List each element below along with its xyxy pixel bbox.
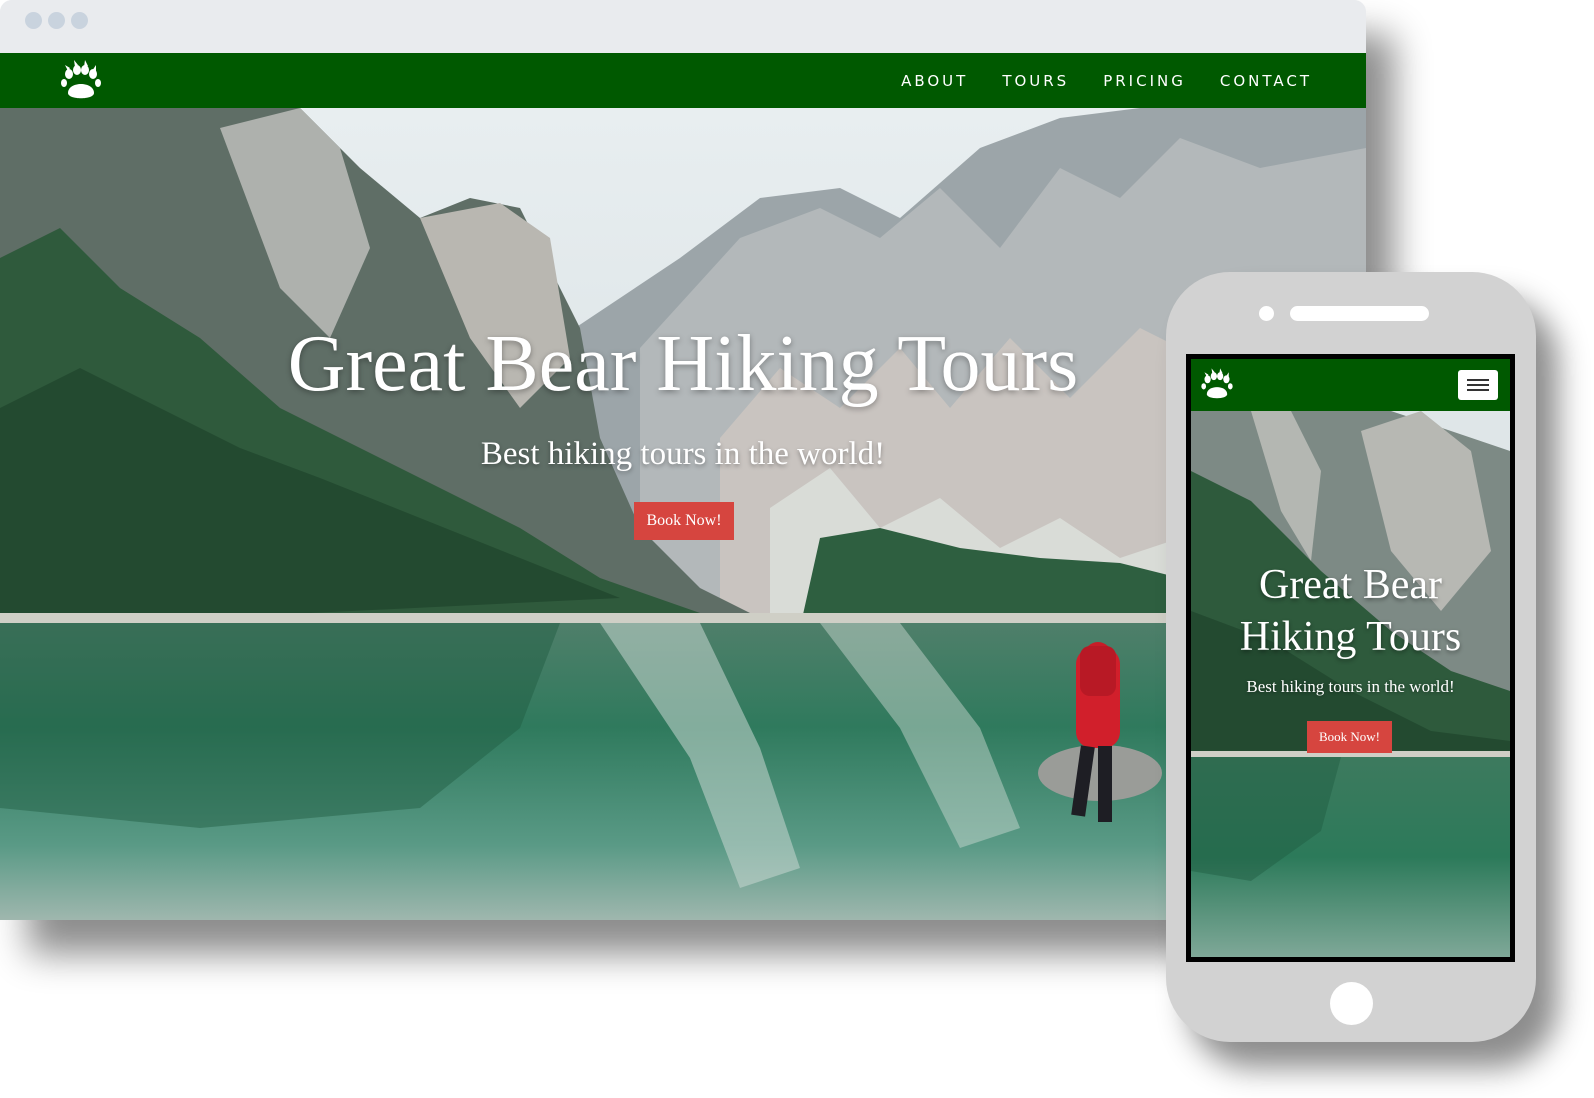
phone-camera [1259, 306, 1274, 321]
mobile-hero-title-line2: Hiking Tours [1239, 614, 1462, 660]
browser-title-bar [0, 0, 1366, 53]
mobile-hero-title: Great Bear Hiking Tours [1191, 559, 1510, 663]
nav-link-contact[interactable]: CONTACT [1220, 72, 1312, 90]
book-now-button[interactable]: Book Now! [634, 502, 734, 540]
phone-speaker [1290, 306, 1429, 321]
site-navbar: ABOUT TOURS PRICING CONTACT [0, 53, 1366, 108]
nav-link-about[interactable]: ABOUT [901, 72, 968, 90]
desktop-browser-mockup: ABOUT TOURS PRICING CONTACT Great Bear H… [0, 0, 1366, 920]
hamburger-menu-icon[interactable] [1458, 370, 1498, 400]
hero-subtitle: Best hiking tours in the world! [480, 436, 886, 472]
bear-paw-icon[interactable] [58, 59, 104, 101]
bear-paw-icon[interactable] [1199, 367, 1235, 401]
mobile-navbar [1191, 359, 1510, 411]
mobile-book-now-button[interactable]: Book Now! [1307, 721, 1392, 753]
hero-section: Great Bear Hiking Tours Best hiking tour… [0, 108, 1366, 920]
mobile-hero-section: Great Bear Hiking Tours Best hiking tour… [1191, 411, 1510, 957]
mobile-hero-subtitle: Best hiking tours in the world! [1246, 677, 1455, 696]
window-maximize-dot[interactable] [71, 12, 88, 29]
phone-screen: Great Bear Hiking Tours Best hiking tour… [1186, 354, 1515, 962]
window-close-dot[interactable] [25, 12, 42, 29]
phone-home-button[interactable] [1330, 982, 1373, 1025]
phone-mockup: Great Bear Hiking Tours Best hiking tour… [1166, 272, 1536, 1042]
nav-link-tours[interactable]: TOURS [1002, 72, 1069, 90]
nav-links: ABOUT TOURS PRICING CONTACT [867, 53, 1312, 108]
hero-title: Great Bear Hiking Tours [287, 320, 1079, 408]
nav-link-pricing[interactable]: PRICING [1103, 72, 1186, 90]
mobile-hero-title-line1: Great Bear [1258, 562, 1443, 608]
window-minimize-dot[interactable] [48, 12, 65, 29]
